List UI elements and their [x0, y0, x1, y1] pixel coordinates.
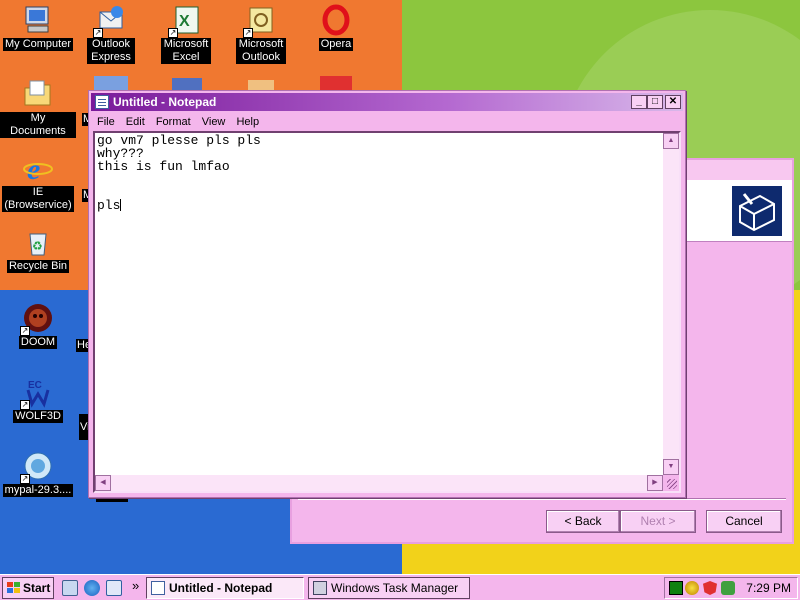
task-notepad-label: Untitled - Notepad — [169, 581, 273, 595]
wizard-logo-icon — [732, 186, 782, 236]
close-icon: ✕ — [668, 96, 678, 107]
desktop-icon-internet-explorer[interactable]: e IE (Browservice) — [0, 152, 76, 212]
task-task-manager-label: Windows Task Manager — [331, 581, 459, 595]
editor-text[interactable]: go vm7 plesse pls pls why??? this is fun… — [97, 134, 663, 475]
svg-text:♻: ♻ — [32, 239, 43, 253]
desktop-icon-partial-row2[interactable] — [94, 76, 128, 90]
desktop-icon-opera[interactable]: Opera — [298, 4, 374, 51]
scroll-left-button[interactable]: ◀ — [95, 475, 111, 491]
desktop-icon-partial-row2c[interactable] — [248, 80, 274, 90]
menu-format[interactable]: Format — [152, 113, 195, 131]
desktop-icon-partial-row2b[interactable] — [172, 78, 202, 90]
quicklaunch-chevron[interactable]: » — [132, 577, 139, 595]
text-caret — [120, 199, 122, 211]
horizontal-scrollbar[interactable]: ◀ ▶ — [95, 475, 663, 491]
my-computer-icon — [22, 4, 54, 36]
vertical-scrollbar[interactable]: ▲ ▼ — [663, 133, 679, 475]
notepad-titlebar[interactable]: Untitled - Notepad _ □ ✕ — [91, 93, 683, 111]
outlook-express-quicklaunch-icon[interactable] — [106, 580, 122, 596]
desktop-icon-partial-row2d[interactable] — [320, 76, 352, 90]
recycle-bin-icon: ♻ — [22, 226, 54, 258]
internet-explorer-icon: e — [22, 152, 54, 186]
task-manager-icon — [313, 581, 327, 595]
svg-text:e: e — [27, 153, 40, 184]
start-label: Start — [23, 581, 51, 595]
menu-edit[interactable]: Edit — [122, 113, 149, 131]
back-button[interactable]: < Back — [546, 510, 620, 533]
cancel-button[interactable]: Cancel — [706, 510, 782, 533]
desktop-icon-mypal[interactable]: ↗ mypal-29.3.... — [0, 450, 76, 497]
arrow-down-icon: ▼ — [667, 463, 675, 470]
outlook-express-icon: ↗ — [93, 4, 127, 38]
desktop-icon-outlook[interactable]: ↗ Microsoft Outlook — [223, 4, 299, 64]
windows-logo-icon — [7, 582, 20, 594]
task-notepad[interactable]: Untitled - Notepad — [146, 577, 304, 599]
task-manager-tray-icon[interactable] — [669, 581, 683, 595]
close-button[interactable]: ✕ — [665, 95, 681, 109]
desktop-icon-wolf3d[interactable]: EC ↗ WOLF3D — [0, 376, 76, 423]
notepad-window[interactable]: Untitled - Notepad _ □ ✕ File Edit Forma… — [88, 90, 686, 498]
svg-text:X: X — [179, 13, 190, 30]
doom-icon: ↗ — [20, 302, 54, 336]
internet-explorer-quicklaunch-icon[interactable] — [84, 580, 100, 596]
outlook-icon: ↗ — [243, 4, 277, 38]
my-documents-icon — [22, 78, 54, 110]
clock[interactable]: 7:29 PM — [746, 578, 791, 598]
editor-text-content: go vm7 plesse pls pls why??? this is fun… — [97, 134, 261, 213]
scroll-right-button[interactable]: ▶ — [647, 475, 663, 491]
desktop-icon-doom[interactable]: ↗ DOOM — [0, 302, 76, 349]
svg-text:EC: EC — [28, 380, 42, 391]
wolf3d-icon: EC ↗ — [20, 376, 54, 410]
text-editor[interactable]: go vm7 plesse pls pls why??? this is fun… — [93, 131, 681, 493]
taskbar: Start » Untitled - Notepad Windows Task … — [0, 574, 800, 600]
menu-bar: File Edit Format View Help — [93, 113, 681, 131]
minimize-button[interactable]: _ — [631, 95, 647, 109]
notepad-icon — [95, 95, 109, 109]
task-task-manager[interactable]: Windows Task Manager — [308, 577, 470, 599]
resize-grip[interactable] — [663, 475, 679, 491]
maximize-icon: □ — [651, 96, 659, 107]
maximize-button[interactable]: □ — [647, 95, 663, 109]
arrow-up-icon: ▲ — [667, 137, 675, 144]
mypal-icon: ↗ — [20, 450, 54, 484]
next-button[interactable]: Next > — [620, 510, 696, 533]
desktop-icon-recycle-bin[interactable]: ♻ Recycle Bin — [0, 226, 76, 273]
notepad-task-icon — [151, 581, 165, 595]
system-tray: 7:29 PM — [664, 577, 798, 599]
wizard-separator — [298, 498, 786, 500]
desktop-icon-my-computer[interactable]: My Computer — [0, 4, 76, 51]
scroll-down-button[interactable]: ▼ — [663, 459, 679, 475]
desktop-icon-outlook-express[interactable]: ↗ Outlook Express — [73, 4, 149, 64]
menu-help[interactable]: Help — [232, 113, 263, 131]
arrow-left-icon: ◀ — [100, 479, 106, 486]
desktop-icon-my-documents[interactable]: My Documents — [0, 78, 76, 138]
scroll-up-button[interactable]: ▲ — [663, 133, 679, 149]
menu-view[interactable]: View — [198, 113, 230, 131]
start-button[interactable]: Start — [2, 577, 54, 599]
window-title: Untitled - Notepad — [113, 95, 217, 109]
network-icon[interactable] — [721, 581, 735, 595]
show-desktop-icon[interactable] — [62, 580, 78, 596]
excel-icon: X ↗ — [168, 4, 202, 38]
arrow-right-icon: ▶ — [652, 479, 658, 486]
menu-file[interactable]: File — [93, 113, 119, 131]
opera-icon — [320, 4, 352, 36]
minimize-icon: _ — [636, 96, 642, 107]
security-shield-icon[interactable] — [685, 581, 699, 595]
antivirus-shield-icon[interactable] — [703, 581, 717, 595]
desktop-icon-excel[interactable]: X ↗ Microsoft Excel — [148, 4, 224, 64]
